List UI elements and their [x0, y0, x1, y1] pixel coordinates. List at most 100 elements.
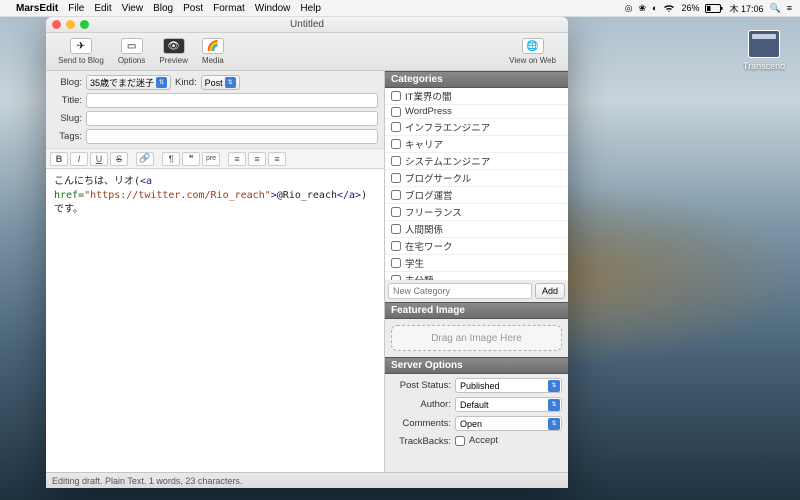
wifi-icon[interactable]: [663, 4, 675, 13]
trackbacks-checkbox[interactable]: Accept: [455, 435, 498, 446]
category-checkbox[interactable]: [391, 122, 401, 132]
category-item[interactable]: システムエンジニア: [385, 153, 568, 170]
send-to-blog-button[interactable]: ✈ Send to Blog: [54, 37, 108, 66]
add-category-button[interactable]: Add: [535, 283, 565, 299]
trackbacks-value: Accept: [469, 435, 498, 446]
category-item[interactable]: WordPress: [385, 105, 568, 119]
category-item[interactable]: キャリア: [385, 136, 568, 153]
options-button[interactable]: ▭ Options: [114, 37, 150, 66]
category-item[interactable]: インフラエンジニア: [385, 119, 568, 136]
view-web-label: View on Web: [509, 56, 556, 65]
editor-text: href=: [54, 190, 84, 201]
status-icon[interactable]: ◐: [652, 3, 657, 13]
category-item[interactable]: 在宅ワーク: [385, 238, 568, 255]
titlebar[interactable]: Untitled: [46, 17, 568, 33]
kind-value: Post: [205, 78, 223, 88]
desktop-drive[interactable]: Transcend: [742, 30, 786, 71]
battery-percent: 26%: [681, 3, 699, 13]
align-center-button[interactable]: ≡: [248, 152, 266, 166]
menu-file[interactable]: File: [68, 3, 84, 14]
post-status-value: Published: [460, 381, 500, 391]
macos-menubar: MarsEdit File Edit View Blog Post Format…: [0, 0, 800, 17]
post-metadata: Blog: 35歳でまだ迷子 ⇅ Kind: Post ⇅ Title:: [46, 71, 384, 149]
media-button[interactable]: 🌈 Media: [198, 37, 228, 66]
category-item[interactable]: 人間関係: [385, 221, 568, 238]
bold-button[interactable]: B: [50, 152, 68, 166]
post-status-select[interactable]: Published ⇅: [455, 378, 562, 393]
link-button[interactable]: 🔗: [136, 152, 154, 166]
clock[interactable]: 木 17:06: [729, 2, 763, 15]
category-item[interactable]: IT業界の闇: [385, 88, 568, 105]
new-category-input[interactable]: [388, 283, 532, 299]
paragraph-button[interactable]: ¶: [162, 152, 180, 166]
category-checkbox[interactable]: [391, 91, 401, 101]
category-label: フリーランス: [405, 205, 462, 219]
chevron-updown-icon: ⇅: [548, 380, 560, 392]
editor-text: <a: [140, 176, 152, 187]
category-checkbox[interactable]: [391, 190, 401, 200]
categories-list[interactable]: IT業界の闇WordPressインフラエンジニアキャリアシステムエンジニアブログ…: [385, 88, 568, 280]
menu-format[interactable]: Format: [213, 3, 245, 14]
category-label: 未分類: [405, 273, 434, 280]
app-menu[interactable]: MarsEdit: [16, 3, 58, 14]
title-label: Title:: [52, 95, 82, 106]
category-checkbox[interactable]: [391, 258, 401, 268]
category-item[interactable]: フリーランス: [385, 204, 568, 221]
align-right-button[interactable]: ≡: [268, 152, 286, 166]
category-label: キャリア: [405, 137, 443, 151]
category-label: インフラエンジニア: [405, 120, 490, 134]
view-on-web-button[interactable]: 🌐 View on Web: [505, 37, 560, 66]
toolbar: ✈ Send to Blog ▭ Options 👁 Preview 🌈 Med…: [46, 33, 568, 71]
category-label: ブログサークル: [405, 171, 471, 185]
category-item[interactable]: 学生: [385, 255, 568, 272]
editor-text: </a>: [337, 190, 361, 201]
category-checkbox[interactable]: [391, 156, 401, 166]
window-title: Untitled: [46, 19, 568, 30]
status-icon[interactable]: ❀: [638, 3, 646, 14]
comments-select[interactable]: Open⇅: [455, 416, 562, 431]
menu-edit[interactable]: Edit: [94, 3, 111, 14]
battery-icon[interactable]: [705, 4, 723, 13]
pre-button[interactable]: pre: [202, 152, 220, 166]
slug-input[interactable]: [86, 111, 378, 126]
status-icon[interactable]: ◎: [625, 3, 633, 14]
category-checkbox[interactable]: [391, 241, 401, 251]
title-input[interactable]: [86, 93, 378, 108]
preview-label: Preview: [159, 56, 187, 65]
post-status-label: Post Status:: [391, 380, 451, 391]
category-checkbox[interactable]: [391, 173, 401, 183]
align-left-button[interactable]: ≡: [228, 152, 246, 166]
quote-button[interactable]: ❝: [182, 152, 200, 166]
menu-post[interactable]: Post: [183, 3, 203, 14]
strike-button[interactable]: S: [110, 152, 128, 166]
category-checkbox[interactable]: [391, 224, 401, 234]
menu-help[interactable]: Help: [300, 3, 321, 14]
category-checkbox[interactable]: [391, 207, 401, 217]
category-item[interactable]: ブログサークル: [385, 170, 568, 187]
text-editor[interactable]: こんにちは、リオ(<a href="https://twitter.com/Ri…: [46, 169, 384, 472]
category-item[interactable]: ブログ運営: [385, 187, 568, 204]
category-checkbox[interactable]: [391, 139, 401, 149]
marsedit-window: Untitled ✈ Send to Blog ▭ Options 👁 Prev…: [46, 17, 568, 488]
italic-button[interactable]: I: [70, 152, 88, 166]
underline-button[interactable]: U: [90, 152, 108, 166]
chevron-updown-icon: ⇅: [225, 77, 236, 88]
category-label: 人間関係: [405, 222, 443, 236]
featured-image-dropzone[interactable]: Drag an Image Here: [391, 325, 562, 351]
category-item[interactable]: 未分類: [385, 272, 568, 280]
media-label: Media: [202, 56, 224, 65]
category-label: 在宅ワーク: [405, 239, 453, 253]
menu-window[interactable]: Window: [255, 3, 291, 14]
menu-blog[interactable]: Blog: [153, 3, 173, 14]
tags-input[interactable]: [86, 129, 378, 144]
blog-select[interactable]: 35歳でまだ迷子 ⇅: [86, 75, 171, 90]
menu-view[interactable]: View: [122, 3, 144, 14]
author-select[interactable]: Default⇅: [455, 397, 562, 412]
spotlight-icon[interactable]: 🔍: [770, 3, 781, 14]
category-checkbox[interactable]: [391, 107, 401, 117]
sidebar: Categories IT業界の闇WordPressインフラエンジニアキャリアシ…: [385, 71, 568, 472]
preview-button[interactable]: 👁 Preview: [155, 37, 191, 66]
kind-select[interactable]: Post ⇅: [201, 75, 240, 90]
categories-header: Categories: [385, 71, 568, 88]
notifications-icon[interactable]: ≡: [787, 3, 792, 13]
